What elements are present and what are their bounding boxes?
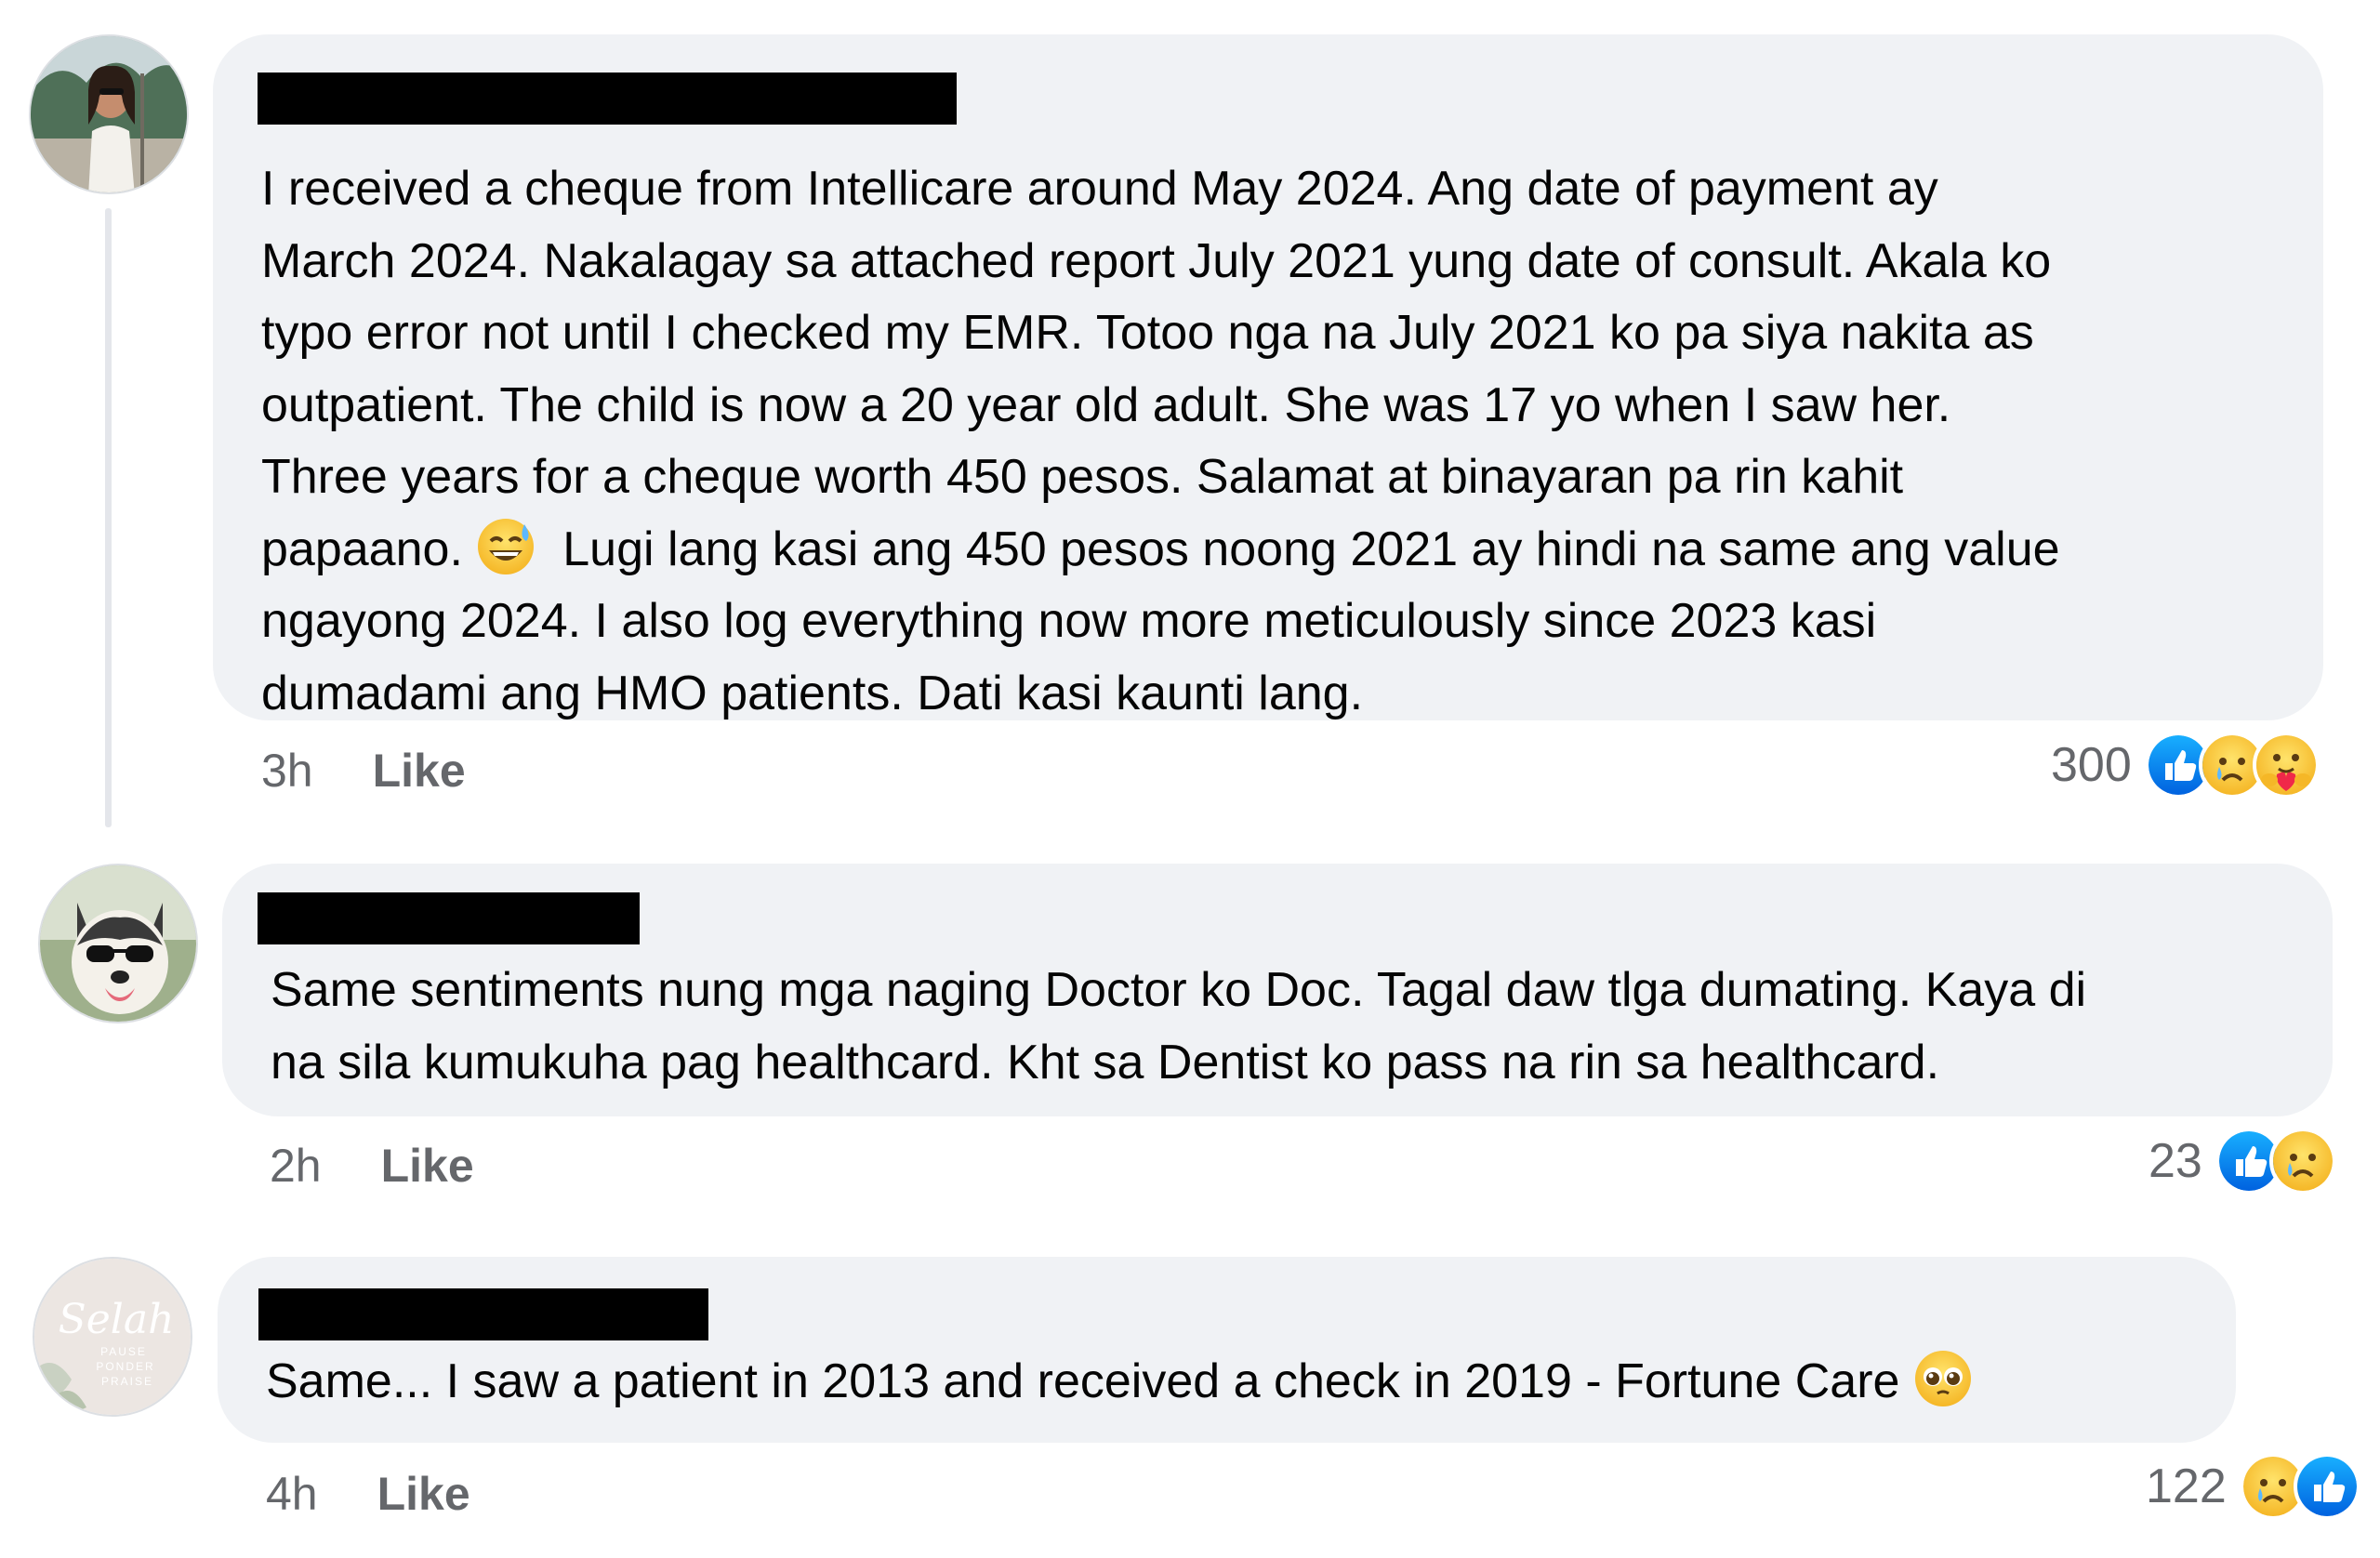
comment-bubble[interactable]: Same sentiments nung mga naging Doctor k… [222,864,2333,1116]
comment-line: Same sentiments nung mga naging Doctor k… [271,963,2087,1017]
comment-line: ngayong 2024. I also log everything now … [261,594,1877,648]
comment-line: typo error not until I checked my EMR. T… [261,306,2034,360]
comment-line: Three years for a cheque worth 450 pesos… [261,450,1904,504]
comment-line: outpatient. The child is now a 20 year o… [261,377,1951,432]
comment-text: Same... I saw a patient in 2013 and rece… [266,1346,1973,1419]
comment-line: March 2024. Nakalagay sa attached report… [261,233,2052,288]
reaction-summary[interactable]: 300 [2051,732,2320,799]
avatar-selah-logo: Selah PAUSE PONDER PRAISE [34,1259,191,1415]
comment-actions: 2h Like [270,1139,474,1193]
avatar-tagline: PRAISE [101,1375,153,1388]
like-icon [2293,1453,2360,1520]
reaction-count: 23 [2149,1134,2202,1188]
commenter-avatar[interactable] [29,34,189,194]
comment-timestamp[interactable]: 4h [266,1467,318,1521]
thread-line [105,208,112,827]
comment-line: Same... I saw a patient in 2013 and rece… [266,1354,1900,1408]
comment-actions: 4h Like [266,1467,470,1521]
redacted-name [258,73,957,125]
commenter-avatar[interactable] [38,864,198,1023]
grinning-sweat-emoji-icon [478,518,535,574]
comments-section: I received a cheque from Intellicare aro… [0,0,2380,1558]
like-button[interactable]: Like [381,1140,474,1192]
avatar-tagline: PAUSE [100,1345,147,1358]
comment-timestamp[interactable]: 2h [270,1139,322,1193]
care-icon [2252,732,2320,799]
redacted-name [258,892,640,944]
comment-text: Same sentiments nung mga naging Doctor k… [271,955,2086,1099]
avatar-photo-woman [31,36,187,192]
comment-bubble[interactable]: I received a cheque from Intellicare aro… [213,34,2323,720]
comment-line: Lugi lang kasi ang 450 pesos noong 2021 … [562,522,2060,576]
comment-line: papaano. [261,522,463,576]
avatar-photo-dog [40,865,196,1022]
pleading-face-emoji-icon [1914,1351,1971,1406]
reaction-summary[interactable]: 23 [2149,1128,2336,1195]
avatar-tagline: PONDER [96,1360,154,1373]
like-button[interactable]: Like [373,745,466,797]
sad-icon [2268,1128,2336,1195]
reaction-count: 300 [2051,738,2132,792]
commenter-avatar[interactable]: Selah PAUSE PONDER PRAISE [33,1257,192,1417]
comment-timestamp[interactable]: 3h [261,744,313,798]
comment-bubble[interactable]: Same... I saw a patient in 2013 and rece… [218,1257,2236,1443]
comment-line: dumadami ang HMO patients. Dati kasi kau… [261,666,1364,720]
like-button[interactable]: Like [377,1468,470,1520]
avatar-script-text: Selah [59,1296,175,1343]
comment-line: na sila kumukuha pag healthcard. Kht sa … [271,1035,1940,1089]
reaction-count: 122 [2146,1459,2227,1513]
reaction-summary[interactable]: 122 [2146,1453,2360,1520]
comment-line: I received a cheque from Intellicare aro… [261,162,1938,216]
comment-actions: 3h Like [261,744,466,798]
comment-text: I received a cheque from Intellicare aro… [261,153,2060,730]
redacted-name [258,1288,708,1340]
